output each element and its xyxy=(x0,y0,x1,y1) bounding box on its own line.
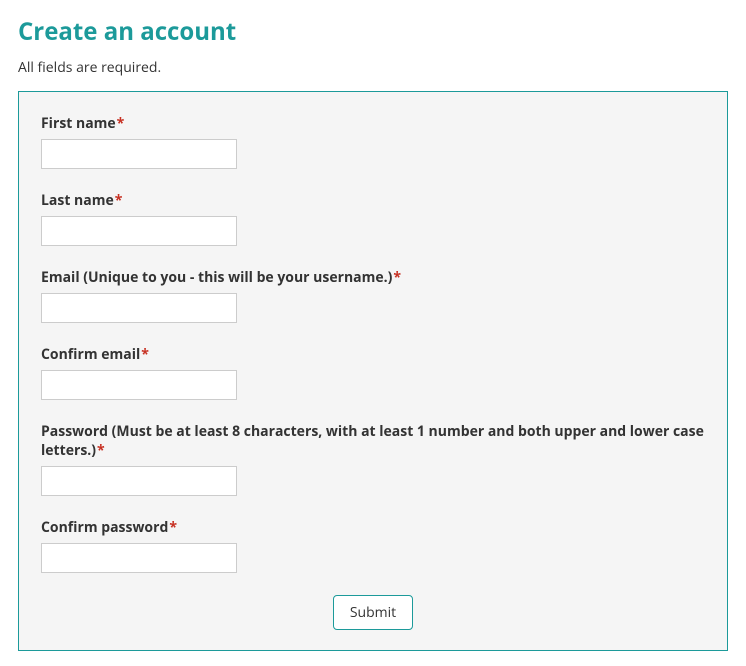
email-input[interactable] xyxy=(41,293,237,323)
password-label-text: Password (Must be at least 8 characters,… xyxy=(41,422,704,460)
page-title: Create an account xyxy=(18,15,728,48)
confirm-password-input[interactable] xyxy=(41,543,237,573)
first-name-label: First name* xyxy=(41,114,705,133)
first-name-input[interactable] xyxy=(41,139,237,169)
last-name-label-text: Last name xyxy=(41,191,114,210)
field-password: Password (Must be at least 8 characters,… xyxy=(41,422,705,496)
confirm-password-label: Confirm password* xyxy=(41,518,705,537)
required-icon: * xyxy=(97,441,105,460)
last-name-input[interactable] xyxy=(41,216,237,246)
page-subtitle: All fields are required. xyxy=(18,58,728,77)
email-label-text: Email (Unique to you - this will be your… xyxy=(41,268,392,287)
confirm-password-label-text: Confirm password xyxy=(41,518,168,537)
field-confirm-password: Confirm password* xyxy=(41,518,705,573)
field-confirm-email: Confirm email* xyxy=(41,345,705,400)
required-icon: * xyxy=(169,518,177,537)
confirm-email-label-text: Confirm email xyxy=(41,345,140,364)
first-name-label-text: First name xyxy=(41,114,116,133)
password-label: Password (Must be at least 8 characters,… xyxy=(41,422,705,460)
email-label: Email (Unique to you - this will be your… xyxy=(41,268,705,287)
confirm-email-label: Confirm email* xyxy=(41,345,705,364)
required-icon: * xyxy=(393,268,401,287)
required-icon: * xyxy=(115,191,123,210)
create-account-form: First name* Last name* Email (Unique to … xyxy=(18,91,728,651)
submit-row: Submit xyxy=(41,595,705,630)
required-icon: * xyxy=(117,114,125,133)
field-first-name: First name* xyxy=(41,114,705,169)
submit-button[interactable]: Submit xyxy=(333,595,413,630)
password-input[interactable] xyxy=(41,466,237,496)
field-last-name: Last name* xyxy=(41,191,705,246)
required-icon: * xyxy=(141,345,149,364)
field-email: Email (Unique to you - this will be your… xyxy=(41,268,705,323)
last-name-label: Last name* xyxy=(41,191,705,210)
confirm-email-input[interactable] xyxy=(41,370,237,400)
